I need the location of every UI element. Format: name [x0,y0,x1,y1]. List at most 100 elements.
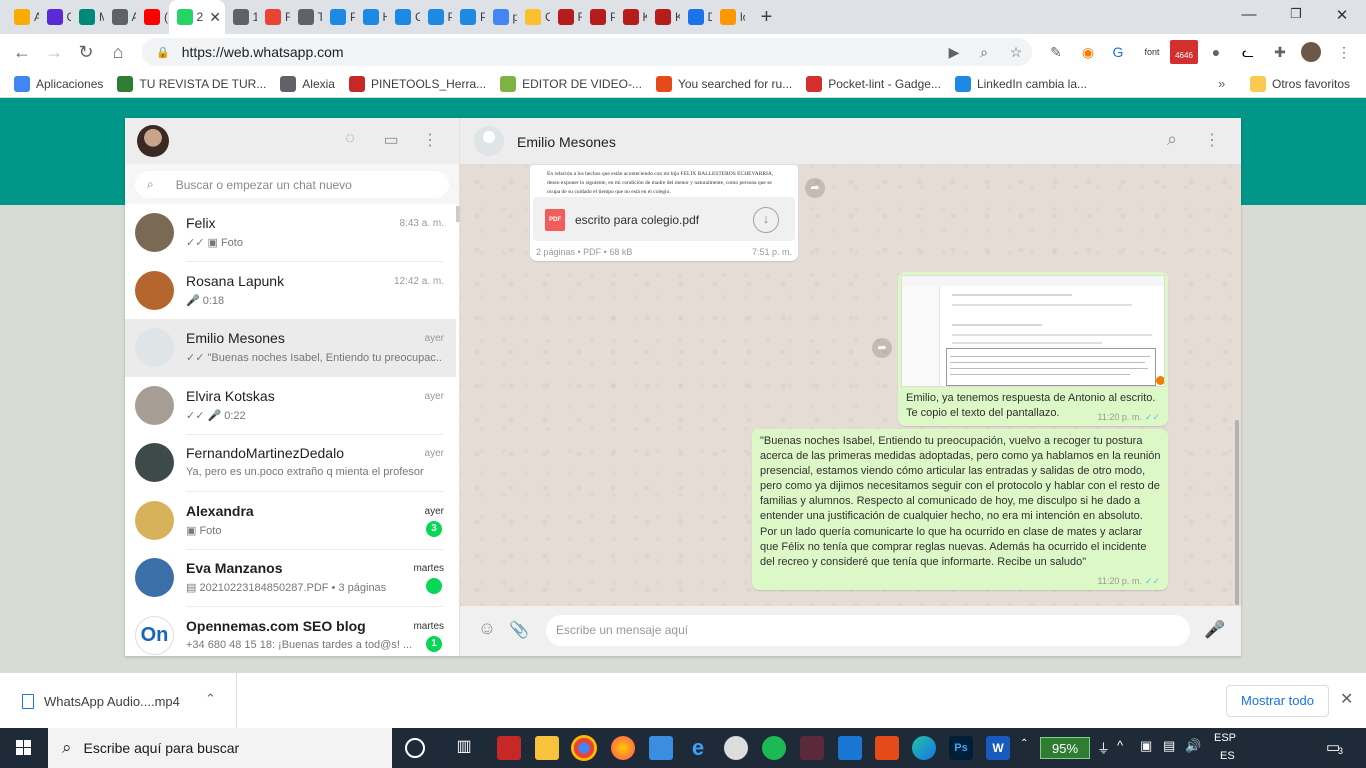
back-button[interactable]: ← [6,42,38,63]
browser-tab[interactable]: Al [104,0,136,34]
font-extension-icon[interactable]: font [1140,42,1164,62]
contact-name[interactable]: Emilio Mesones [517,134,616,150]
browser-tab[interactable]: Te [290,0,322,34]
search-icon[interactable]: ⌕ [1161,129,1183,150]
translate-icon[interactable]: G [1108,42,1128,62]
other-bookmarks[interactable]: Otros favoritos [1250,76,1350,92]
close-download-bar-icon[interactable]: ✕ [1340,689,1353,709]
pdf-message[interactable]: En relación a los hechos que están acont… [530,165,798,261]
browser-tab[interactable]: 15 [225,0,257,34]
chevron-up-icon[interactable]: ⌃ [205,691,216,707]
volume-icon[interactable]: 🔊 [1185,738,1201,754]
message-input[interactable]: Escribe un mensaje aquí [546,615,1190,646]
text-message[interactable]: "Buenas noches Isabel, Entiendo tu preoc… [752,429,1168,590]
browser-tab[interactable]: Pr [322,0,355,34]
download-item[interactable]: WhatsApp Audio....mp4 ⌃ [0,673,237,729]
bookmark-item[interactable]: Aplicaciones [14,75,103,92]
pdf-file-bar[interactable]: PDF escrito para colegio.pdf ↓ [533,197,795,241]
eyedropper-icon[interactable]: ✎ [1046,42,1066,62]
screenshot-thumbnail[interactable] [901,275,1165,387]
word-icon[interactable]: W [986,736,1010,760]
meet-icon[interactable]: ▣ [1140,738,1152,754]
browser-tab[interactable]: Ha [355,0,387,34]
spotify-icon[interactable] [762,736,786,760]
edge-legacy-icon[interactable]: e [686,736,710,760]
bookmark-item[interactable]: Alexia [280,75,335,92]
camera-app-icon[interactable] [838,736,862,760]
attach-icon[interactable]: 📎 [508,620,530,640]
task-view-icon[interactable]: ▥ [452,736,476,760]
close-tab-icon[interactable]: ✕ [209,9,221,26]
chat-item[interactable]: Felix 8:43 a. m. ✓✓ ▣ Foto [125,204,456,262]
my-avatar[interactable] [137,125,169,157]
status-icon[interactable]: ◌ [339,130,361,148]
battery-indicator[interactable]: 95% [1040,737,1090,759]
bookmark-item[interactable]: You searched for ru... [655,75,792,92]
menu-icon[interactable]: ⋮ [419,130,441,150]
browser-tab[interactable]: Pr [582,0,615,34]
app-icon[interactable] [800,736,824,760]
tag-extension-icon[interactable]: ᓚ [1238,42,1258,62]
mcafee-icon[interactable] [497,736,521,760]
menu-kebab-icon[interactable]: ⋮ [1334,42,1354,62]
browser-tab[interactable]: Ar [6,0,39,34]
forward-icon[interactable]: ➦ [872,338,892,358]
browser-tab[interactable]: pl [485,0,517,34]
cortana-icon[interactable] [405,738,425,758]
office-icon[interactable] [875,736,899,760]
input-language[interactable]: ESP [1214,732,1236,744]
browser-tab[interactable]: Ca [387,0,420,34]
browser-tab[interactable]: (1: [136,0,169,34]
forward-icon[interactable]: ➦ [805,178,825,198]
browser-tab[interactable]: Fi [550,0,582,34]
contact-avatar[interactable] [474,126,504,156]
file-explorer-icon[interactable] [535,736,559,760]
profile-avatar[interactable] [1301,42,1321,62]
menu-icon[interactable]: ⋮ [1201,130,1223,150]
camera-icon[interactable]: ▶ [944,42,964,62]
download-icon[interactable]: ↓ [753,207,779,233]
chat-item[interactable]: Eva Manzanos martes ▤ 20210223184850287.PD… [125,549,456,607]
bookmark-item[interactable]: PINETOOLS_Herra... [348,75,486,92]
browser-tab[interactable]: Re [257,0,290,34]
chat-item[interactable]: FernandoMartinezDedalo ayer Ya, pero es un… [125,434,456,492]
browser-tab[interactable]: Cu [517,0,550,34]
message-scrollbar[interactable] [1235,420,1239,605]
chrome-icon[interactable] [571,735,597,761]
forward-button[interactable]: → [38,42,70,63]
chevron-up-icon[interactable]: ^ [1117,738,1123,753]
bookmark-item[interactable]: TU REVISTA DE TUR... [117,75,266,92]
chat-item[interactable]: On Opennemas.com SEO blog martes +34 680 48… [125,607,456,657]
extension-icon[interactable]: ◉ [1078,42,1098,62]
bookmark-item[interactable]: EDITOR DE VIDEO-... [500,75,642,92]
app-icon[interactable] [724,736,748,760]
edge-icon[interactable] [912,736,936,760]
maximize-button[interactable]: ❐ [1284,6,1308,22]
browser-tab[interactable]: PL [420,0,452,34]
bookmark-item[interactable]: Pocket-lint - Gadge... [806,75,941,92]
start-button[interactable] [0,728,48,768]
close-window-button[interactable]: ✕ [1330,6,1354,24]
bookmark-item[interactable]: LinkedIn cambia la... [954,75,1087,92]
network-icon[interactable]: ▤ [1163,738,1175,754]
keyboard-layout[interactable]: ES [1220,750,1235,762]
taskbar-search[interactable]: ⌕ Escribe aquí para buscar [48,728,392,768]
browser-tab[interactable]: De [680,0,712,34]
show-all-button[interactable]: Mostrar todo [1226,685,1329,717]
browser-tab[interactable]: M [71,0,104,34]
browser-tab[interactable]: 2 ✕ [168,0,225,34]
chevron-up-icon[interactable]: ⌃ [1020,738,1028,749]
microphone-icon[interactable]: 🎤 [1204,620,1226,640]
chat-item[interactable]: Rosana Lapunk 12:42 a. m. 🎤 0:18 [125,262,456,320]
new-tab-button[interactable]: + [755,6,779,29]
download-extension-icon[interactable]: ● [1206,42,1226,62]
home-button[interactable]: ⌂ [102,42,134,63]
plug-icon[interactable]: ⏚ [1097,738,1110,757]
browser-tab[interactable]: KC [615,0,647,34]
minimize-button[interactable]: — [1237,6,1261,23]
image-message[interactable]: Emilio, ya tenemos respuesta de Antonio … [898,272,1168,426]
browser-tab[interactable]: KC [647,0,680,34]
puzzle-icon[interactable]: ✚ [1270,42,1290,62]
chat-item[interactable]: Elvira Kotskas ayer ✓✓ 🎤 0:22 [125,377,456,435]
zoom-icon[interactable]: ⌕ [974,42,994,62]
